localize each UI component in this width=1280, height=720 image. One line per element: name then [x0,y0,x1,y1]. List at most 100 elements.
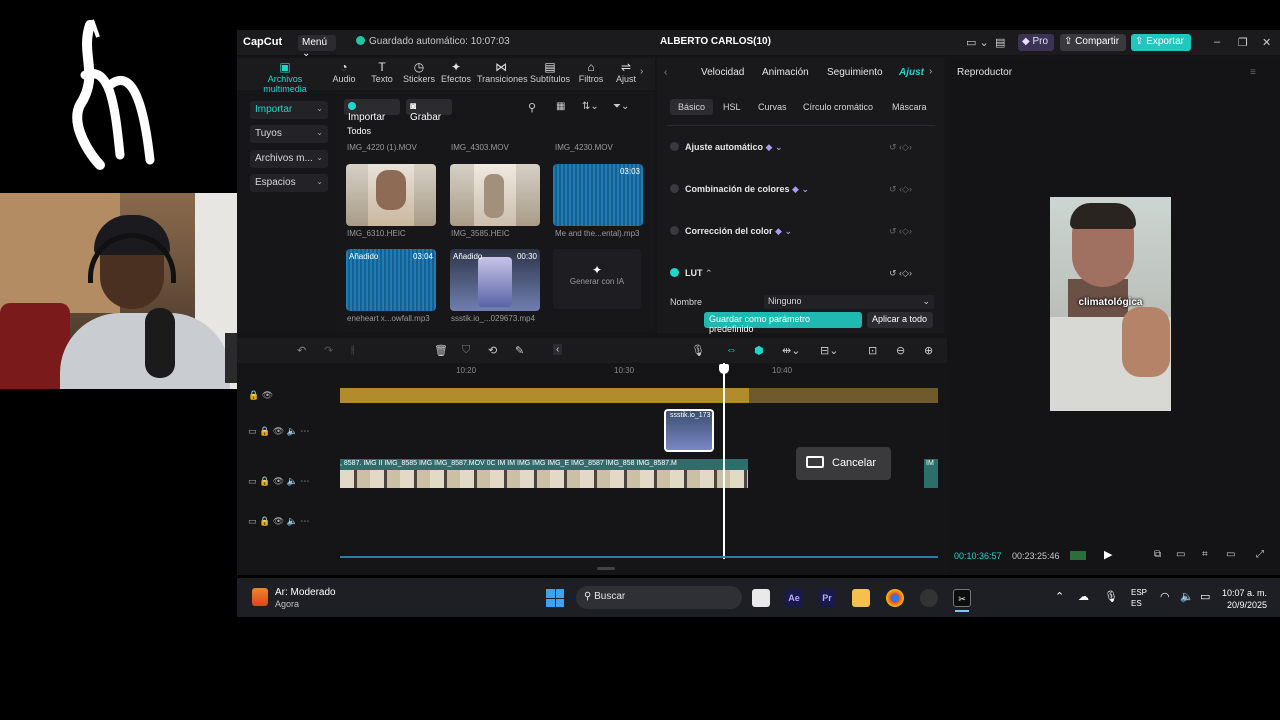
save-preset-button[interactable]: Guardar como parámetro predefinido [704,312,862,334]
pro-button[interactable]: ◆ Pro [1018,34,1054,51]
tool-adjust[interactable]: ⇌ Ajust [612,60,640,84]
split-icon[interactable]: ⫲ [351,344,355,357]
tool-effects[interactable]: ✦ Efectos [440,60,472,84]
tool-filters[interactable]: ⌂ Filtros [576,60,606,84]
snap-icon[interactable]: ⇹⌄ [782,344,800,357]
track-controls[interactable]: ▭ 🔒 👁 🔈 ⋯ [248,426,309,437]
crop-icon[interactable]: ⌗ [1202,549,1208,560]
wifi-icon[interactable]: ◠ [1160,590,1170,603]
weather-title[interactable]: Ar: Moderado [275,587,336,598]
media-item-audio[interactable]: Añadido 03:04 [346,249,436,311]
weather-icon[interactable] [252,588,268,606]
close-icon[interactable]: ✕ [1262,36,1271,49]
premiere-icon[interactable]: Pr [818,589,836,607]
play-icon[interactable]: ▶ [1104,548,1112,561]
delete-icon[interactable]: 🗑 [434,344,448,357]
subtab-mask[interactable]: Máscara [892,102,927,112]
row-controls[interactable]: ↺ ‹◇› [889,184,912,195]
playhead[interactable] [723,363,725,559]
main-track-end-clip[interactable]: IM [924,459,938,488]
track-controls[interactable]: ▭ 🔒 👁 🔈 ⋯ [248,516,309,527]
subtab-color-wheel[interactable]: Círculo cromático [803,102,873,112]
sidebar-item-spaces[interactable]: Espacios ⌄ [250,174,328,192]
media-item-photo[interactable] [450,164,540,226]
tab-animation[interactable]: Animación [762,67,809,78]
subtab-hsl[interactable]: HSL [723,102,741,112]
share-button[interactable]: ⇪ Compartir [1060,34,1126,51]
sidebar-item-import[interactable]: Importar ⌄ [250,101,328,119]
taskview-icon[interactable] [752,589,770,607]
obs-icon[interactable] [920,589,938,607]
sort-icon[interactable]: ⇅⌄ [582,101,599,112]
crop-icon[interactable]: ⟲ [488,344,497,357]
search-icon[interactable]: ⚲ [528,101,536,114]
sidebar-item-media-files[interactable]: Archivos m... ⌄ [250,150,328,168]
effect-track-clip[interactable] [340,388,938,403]
battery-icon[interactable]: ▭ [1200,590,1210,603]
after-effects-icon[interactable]: Ae [785,589,803,607]
checkbox[interactable] [670,142,679,151]
layout-icon[interactable]: ▭ ⌄ [966,36,989,49]
row-controls[interactable]: ↺ ‹◇› [889,268,912,279]
media-item-audio[interactable]: 03:03 [553,164,643,226]
zoom-in-icon[interactable]: ⊕ [924,344,933,357]
cancel-button[interactable]: Cancelar [796,447,891,480]
row-color-correction[interactable]: Corrección del color ◆ ⌄ [670,226,792,237]
redo-icon[interactable]: ↷ [324,344,333,357]
export-button[interactable]: ⇪ Exportar [1131,34,1191,51]
media-item-video[interactable]: Añadido 00:30 [450,249,540,311]
track-controls[interactable]: 🔒 👁 [248,390,273,401]
microphone-icon[interactable]: 🎙 [691,344,705,357]
tab-tracking[interactable]: Seguimiento [827,67,883,78]
row-controls[interactable]: ↺ ‹◇› [889,226,912,237]
expand-icon[interactable]: ⤢ [1256,549,1264,560]
chevron-left-icon[interactable]: ‹ [664,67,667,78]
row-auto-adjust[interactable]: Ajuste automático ◆ ⌄ [670,142,783,153]
generate-ai-button[interactable]: ✦ Generar con IA [553,249,641,309]
tool-media[interactable]: ▣ Archivos multimedia [245,60,325,94]
file-explorer-icon[interactable] [852,589,870,607]
tool-stickers[interactable]: ◷ Stickers [402,60,436,84]
fit-icon[interactable]: ⊡ [868,344,877,357]
checkbox[interactable] [670,184,679,193]
chevron-right-icon[interactable]: › [929,66,932,77]
chevron-right-icon[interactable]: › [640,66,643,77]
row-lut[interactable]: LUT ⌃ [670,268,713,279]
grid-view-icon[interactable]: ▦ [556,101,565,112]
taskbar-search[interactable]: ⚲ Buscar [576,586,742,609]
subtab-curves[interactable]: Curvas [758,102,787,112]
tab-speed[interactable]: Velocidad [701,67,744,78]
import-button[interactable]: Importar [344,99,400,123]
fullscreen-icon[interactable]: ⧉ [1154,549,1161,560]
media-item-photo[interactable] [346,164,436,226]
row-controls[interactable]: ↺ ‹◇› [889,142,912,153]
playhead-handle[interactable] [719,364,729,374]
tool-text[interactable]: T Texto [368,60,396,84]
collapse-icon[interactable]: ‹ [553,344,563,355]
sidebar-item-yours[interactable]: Tuyos ⌄ [250,125,328,143]
microphone-tray-icon[interactable]: 🎙 [1104,590,1118,603]
capcut-taskbar-icon[interactable]: ✂ [953,589,971,607]
ratio-icon[interactable]: ▭ [1226,549,1235,560]
windows-start-icon[interactable] [546,589,564,607]
magic-icon[interactable]: ✎ [515,344,524,357]
video-preview[interactable]: climatológica [1050,197,1171,411]
volume-icon[interactable]: 🔈 [1180,590,1194,603]
quality-icon[interactable]: ▭ [1176,549,1185,560]
row-color-combination[interactable]: Combinación de colores ◆ ⌄ [670,184,809,195]
tool-transitions[interactable]: ⋈ Transiciones [477,60,528,84]
tool-subtitles[interactable]: ▤ Subtítulos [529,60,571,84]
tab-adjust[interactable]: Ajust [899,67,924,78]
checkbox-checked[interactable] [670,268,679,277]
minimize-icon[interactable]: – [1214,36,1220,48]
checkbox[interactable] [670,226,679,235]
record-button[interactable]: ◙ Grabar [406,99,452,123]
tray-chevron-icon[interactable]: ⌃ [1055,590,1064,603]
track-controls[interactable]: ▭ 🔒 👁 🔈 ⋯ [248,476,309,487]
chrome-icon[interactable] [886,589,904,607]
shortcuts-icon[interactable]: ▤ [995,36,1005,49]
maximize-icon[interactable]: ❐ [1238,36,1248,49]
filter-icon[interactable]: ⏷⌄ [613,101,629,112]
cloud-icon[interactable]: ☁ [1078,590,1089,603]
zoom-out-icon[interactable]: ⊖ [896,344,905,357]
